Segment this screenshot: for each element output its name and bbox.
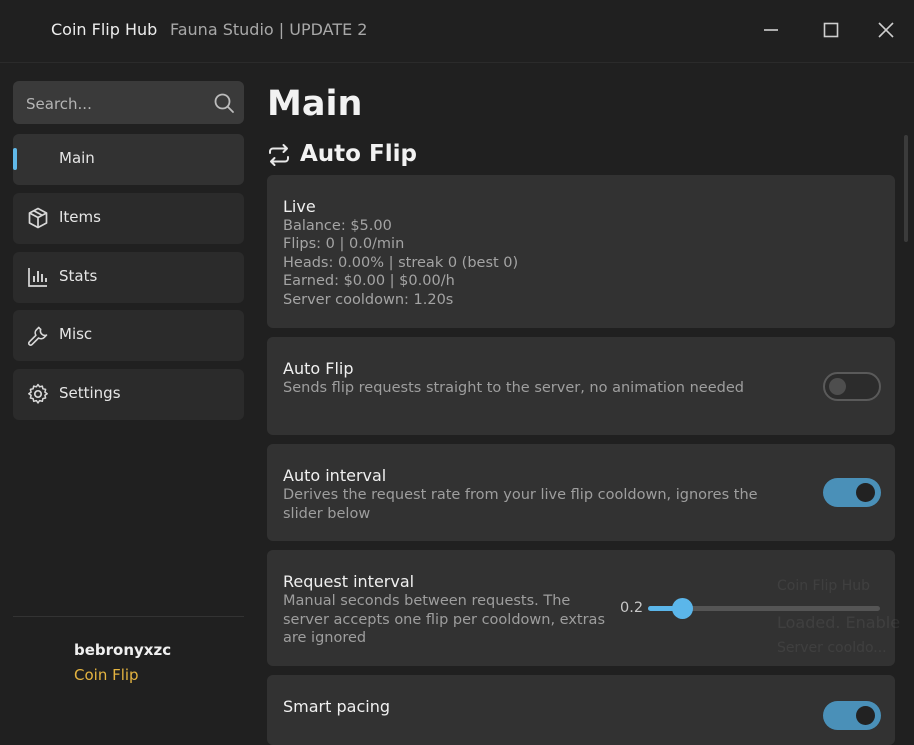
maximize-icon <box>823 22 839 38</box>
minimize-icon <box>764 29 778 31</box>
sidebar-item-misc[interactable]: Misc <box>13 310 244 361</box>
live-flips: Flips: 0 | 0.0/min <box>283 236 405 252</box>
search-box <box>13 81 244 126</box>
scrollbar[interactable] <box>904 135 908 242</box>
auto-flip-title: Auto Flip <box>283 359 354 378</box>
sidebar-item-items[interactable]: Items <box>13 193 244 244</box>
active-indicator <box>13 148 17 170</box>
swap-arrows-icon <box>269 144 289 166</box>
toggle-knob <box>856 706 875 725</box>
live-stats-card: Live Balance: $5.00 Flips: 0 | 0.0/min H… <box>267 175 895 328</box>
page-title: Main <box>267 84 363 124</box>
smart-pacing-title: Smart pacing <box>283 697 390 716</box>
search-input[interactable] <box>24 81 213 126</box>
live-server-cooldown: Server cooldown: 1.20s <box>283 292 454 308</box>
sidebar-item-label: Settings <box>59 384 121 402</box>
close-icon <box>878 22 894 38</box>
toggle-knob <box>856 483 875 502</box>
app-subtitle: Fauna Studio | UPDATE 2 <box>170 20 368 39</box>
app-title: Coin Flip Hub <box>51 20 158 39</box>
sidebar-item-stats[interactable]: Stats <box>13 252 244 303</box>
smart-pacing-card: Smart pacing <box>267 675 895 745</box>
maximize-button[interactable] <box>817 16 845 44</box>
auto-interval-title: Auto interval <box>283 466 387 485</box>
live-heads: Heads: 0.00% | streak 0 (best 0) <box>283 255 519 271</box>
bar-chart-icon <box>28 268 47 287</box>
request-interval-description: Manual seconds between requests. The ser… <box>283 593 605 646</box>
live-title: Live <box>283 197 316 216</box>
sidebar-item-settings[interactable]: Settings <box>13 369 244 420</box>
sidebar-item-label: Stats <box>59 267 98 285</box>
section-title: Auto Flip <box>300 141 417 167</box>
user-name: bebronyxzc <box>74 641 172 659</box>
sidebar-item-label: Misc <box>59 325 93 343</box>
package-icon <box>28 207 48 229</box>
sidebar-divider <box>13 616 244 617</box>
auto-interval-card: Auto interval Derives the request rate f… <box>267 444 895 541</box>
auto-flip-card: Auto Flip Sends flip requests straight t… <box>267 337 895 435</box>
auto-interval-description: Derives the request rate from your live … <box>283 487 758 522</box>
auto-flip-description: Sends flip requests straight to the serv… <box>283 380 744 396</box>
toggle-knob <box>829 378 846 395</box>
title-bar: Coin Flip Hub Fauna Studio | UPDATE 2 <box>0 0 914 63</box>
notification-message: Loaded. Enable <box>777 613 901 632</box>
live-earned: Earned: $0.00 | $0.00/h <box>283 273 455 289</box>
search-icon[interactable] <box>212 91 236 119</box>
sidebar-item-label: Items <box>59 208 101 226</box>
request-interval-title: Request interval <box>283 572 415 591</box>
auto-interval-toggle[interactable] <box>823 478 881 507</box>
gear-icon <box>28 383 48 404</box>
auto-flip-toggle[interactable] <box>823 372 881 401</box>
request-interval-value: 0.2 <box>620 600 644 616</box>
wrench-icon <box>28 326 48 346</box>
notification-detail: Server cooldo... <box>777 640 887 656</box>
notification-title: Coin Flip Hub <box>777 578 871 594</box>
request-interval-slider[interactable] <box>648 598 880 619</box>
user-game: Coin Flip <box>74 666 139 684</box>
live-balance: Balance: $5.00 <box>283 218 392 234</box>
sidebar-item-main[interactable]: Main <box>13 134 244 185</box>
minimize-button[interactable] <box>757 16 785 44</box>
sidebar-item-label: Main <box>59 149 95 167</box>
smart-pacing-toggle[interactable] <box>823 701 881 730</box>
close-button[interactable] <box>872 16 900 44</box>
